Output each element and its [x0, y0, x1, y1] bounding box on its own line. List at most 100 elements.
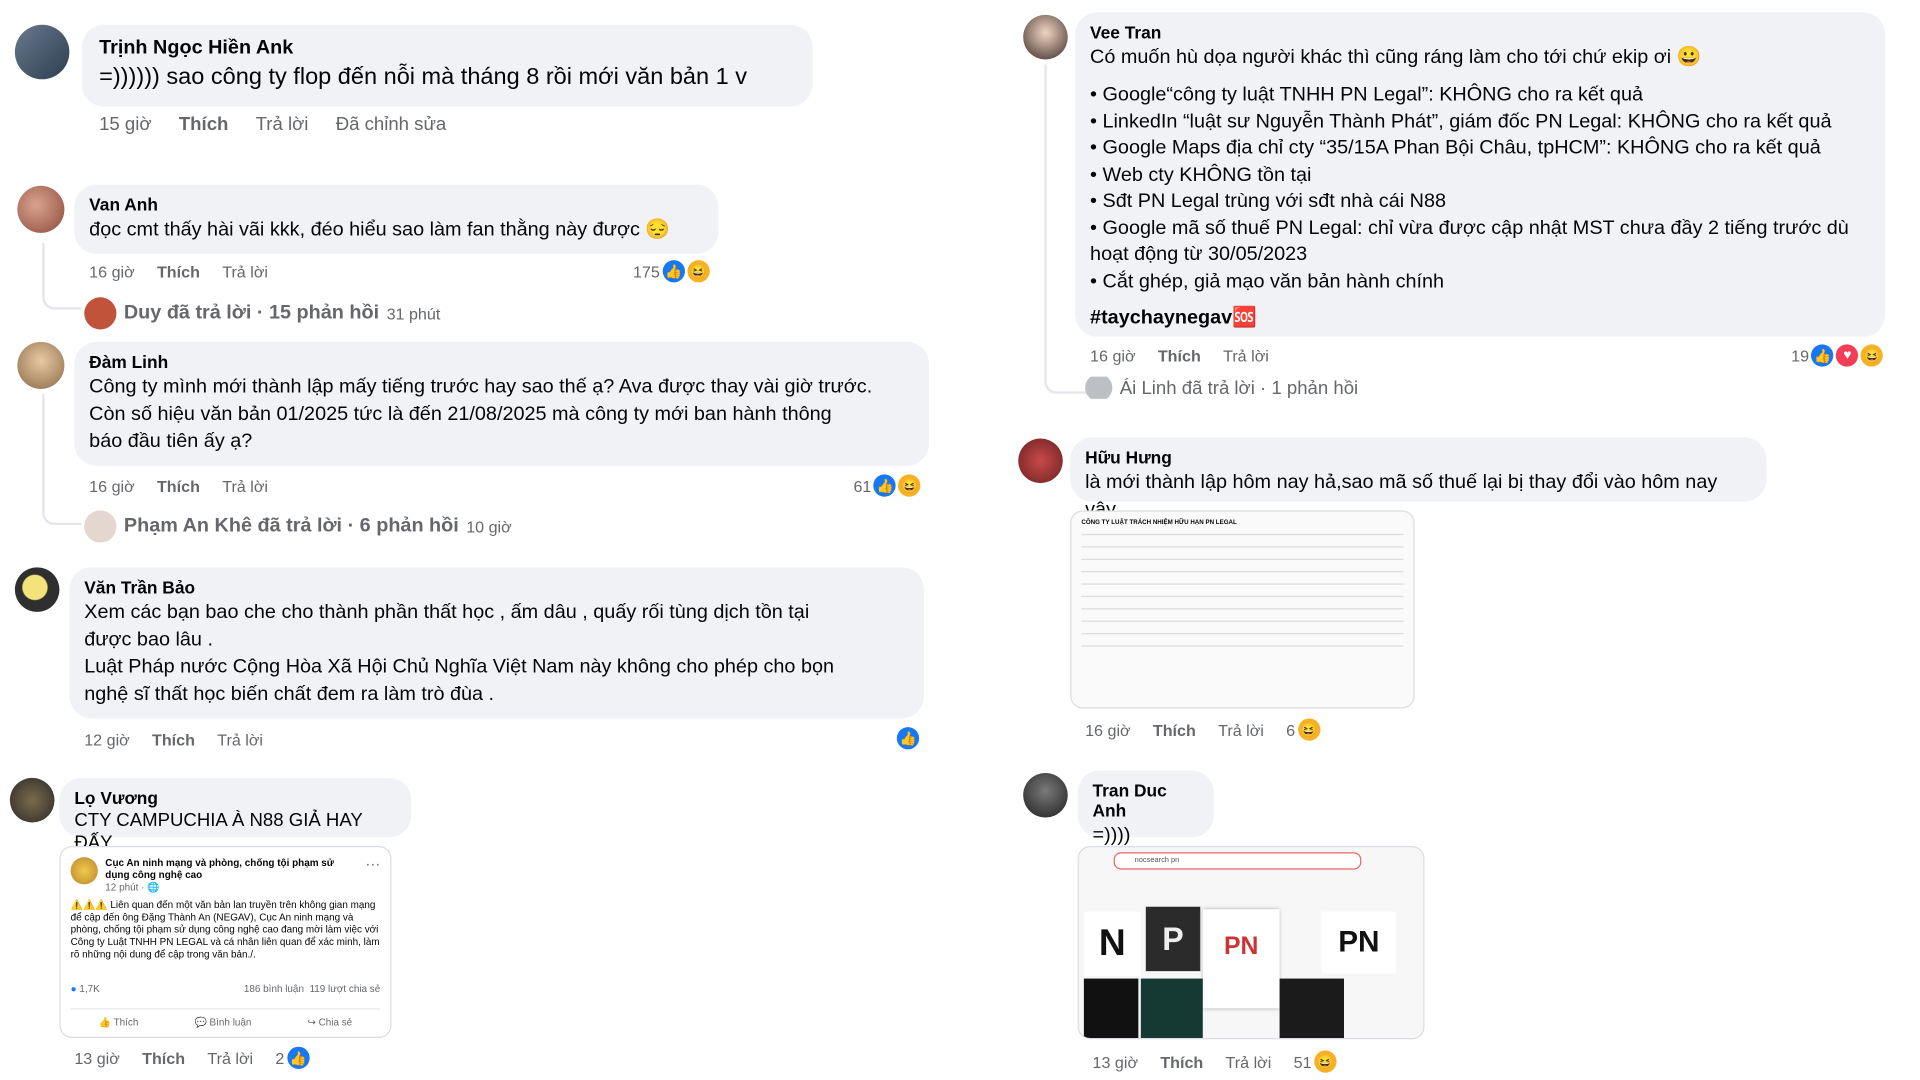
reaction-summary[interactable]: 51 😆	[1294, 1050, 1337, 1073]
comment-actions: 16 giờ Thích Trả lời 6 😆	[1085, 718, 1320, 741]
card-like-button[interactable]: 👍 Thích	[99, 1017, 139, 1029]
reply-button[interactable]: Trả lời	[222, 477, 268, 496]
timestamp[interactable]: 16 giờ	[1090, 347, 1135, 366]
reaction-count: 6	[1286, 720, 1296, 739]
reply-button[interactable]: Trả lời	[1218, 720, 1264, 739]
card-like-label: Thích	[113, 1016, 139, 1029]
reaction-summary[interactable]: 19 👍 ♥ 😆	[1791, 344, 1884, 367]
commenter-name[interactable]: Tran Duc Anh	[1093, 780, 1200, 820]
logo-tile	[1279, 978, 1344, 1039]
view-replies-link[interactable]: Duy đã trả lời · 15 phản hồi 31 phút	[84, 297, 441, 330]
view-replies-link[interactable]: Ái Linh đã trả lời · 1 phản hồi	[1085, 376, 1359, 399]
timestamp[interactable]: 12 giờ	[84, 731, 129, 750]
attached-image[interactable]: nocsearch pn N P PN PN	[1077, 846, 1425, 1040]
card-reactions[interactable]: ● 1,7K	[71, 984, 100, 996]
haha-reaction-icon: 😆	[1861, 344, 1884, 367]
reply-button[interactable]: Trả lời	[1223, 347, 1269, 366]
commenter-name[interactable]: Lọ Vương	[74, 788, 396, 808]
card-header: Cục An ninh mạng và phòng, chống tội phạ…	[70, 856, 381, 894]
like-button[interactable]: Thích	[1158, 347, 1201, 366]
reply-button[interactable]: Trả lời	[222, 263, 268, 282]
commenter-name[interactable]: Văn Trần Bảo	[84, 577, 909, 597]
avatar[interactable]	[17, 341, 65, 389]
reaction-count: 61	[853, 476, 872, 495]
avatar	[84, 510, 117, 543]
card-share-label: Chia sẻ	[318, 1016, 353, 1029]
avatar[interactable]	[9, 777, 55, 823]
bullet-item: • Web cty KHÔNG tồn tại	[1090, 164, 1312, 186]
hashtag-link[interactable]: #taychaynegav🆘	[1090, 305, 1870, 330]
commenter-name[interactable]: Vee Tran	[1090, 22, 1870, 42]
shared-post-card[interactable]: Cục An ninh mạng và phòng, chống tội phạ…	[59, 846, 392, 1039]
like-button[interactable]: Thích	[1153, 720, 1196, 739]
reply-button[interactable]: Trả lời	[217, 731, 263, 750]
like-reaction-icon: 👍	[1811, 344, 1834, 367]
avatar[interactable]	[1018, 438, 1063, 484]
comment-bubble: Van Anh đọc cmt thấy hài vãi kkk, đéo hi…	[74, 184, 719, 254]
comment-count[interactable]: 186 bình luận	[244, 984, 304, 995]
timestamp[interactable]: 15 giờ	[99, 114, 151, 135]
reply-button[interactable]: Trả lời	[256, 114, 309, 135]
like-button[interactable]: Thích	[179, 114, 229, 135]
more-options-icon[interactable]: ···	[365, 856, 380, 871]
edited-label: Đã chỉnh sửa	[335, 113, 447, 136]
avatar[interactable]	[14, 24, 70, 80]
commenter-name[interactable]: Hữu Hưng	[1085, 447, 1751, 467]
comment-text: đọc cmt thấy hài vãi kkk, đéo hiểu sao l…	[89, 219, 671, 241]
commenter-name[interactable]: Trịnh Ngọc Hiền Ank	[99, 37, 795, 59]
timestamp[interactable]: 16 giờ	[89, 263, 134, 282]
commenter-name[interactable]: Đàm Linh	[89, 352, 914, 372]
card-comment-button[interactable]: 💬 Bình luận	[194, 1017, 251, 1029]
comment-actions: 16 giờ Thích Trả lời	[89, 477, 268, 496]
love-reaction-icon: ♥	[1836, 344, 1859, 367]
avatar[interactable]	[1023, 14, 1068, 60]
avatar[interactable]	[1023, 772, 1068, 818]
like-button[interactable]: Thích	[142, 1049, 185, 1068]
search-query: nocsearch pn	[1134, 857, 1180, 865]
view-replies-link[interactable]: Phạm An Khê đã trả lời · 6 phản hồi 10 g…	[84, 510, 512, 543]
reaction-summary[interactable]: 61 👍 😆	[853, 474, 921, 497]
replies-time: 31 phút	[386, 304, 441, 323]
avatar[interactable]	[17, 185, 65, 233]
card-post-time: 12 phút · 🌐	[105, 881, 160, 894]
bullet-list: • Google“công ty luật TNHH PN Legal”: KH…	[1090, 82, 1870, 295]
timestamp[interactable]: 13 giờ	[74, 1049, 119, 1068]
comment-actions: 15 giờ Thích Trả lời Đã chỉnh sửa	[99, 114, 446, 135]
share-count[interactable]: 119 lượt chia sẻ	[309, 984, 380, 995]
attached-image[interactable]: CÔNG TY LUẬT TRÁCH NHIỆM HỮU HẠN PN LEGA…	[1070, 510, 1415, 709]
reaction-summary[interactable]: 175 👍 😆	[633, 260, 710, 283]
reaction-summary[interactable]: 👍	[896, 727, 920, 750]
like-button[interactable]: Thích	[1160, 1052, 1203, 1071]
like-reaction-icon: 👍	[896, 727, 920, 750]
avatar[interactable]	[14, 567, 60, 612]
timestamp[interactable]: 16 giờ	[89, 477, 134, 496]
timestamp[interactable]: 13 giờ	[1093, 1052, 1138, 1071]
commenter-name[interactable]: Van Anh	[89, 194, 703, 214]
like-reaction-icon: ●	[70, 983, 77, 995]
comment-bubble: Đàm Linh Công ty mình mới thành lập mấy …	[74, 341, 930, 466]
haha-reaction-icon: 😆	[898, 474, 921, 497]
logo-tile: P	[1145, 906, 1201, 972]
reply-button[interactable]: Trả lời	[1226, 1052, 1272, 1071]
card-page-name[interactable]: Cục An ninh mạng và phòng, chống tội phạ…	[105, 857, 358, 882]
reaction-summary[interactable]: 2 👍	[275, 1046, 310, 1069]
haha-reaction-icon: 😆	[1297, 718, 1320, 741]
like-button[interactable]: Thích	[157, 263, 200, 282]
reaction-summary[interactable]: 6 😆	[1286, 718, 1320, 741]
card-share-button[interactable]: ↪ Chia sẻ	[308, 1017, 353, 1029]
bullet-item: • Google mã số thuế PN Legal: chỉ vừa đư…	[1090, 217, 1849, 266]
bullet-item: • Google Maps địa chỉ cty “35/15A Phan B…	[1090, 137, 1821, 159]
replies-summary: Phạm An Khê đã trả lời · 6 phản hồi	[123, 515, 459, 537]
comment-bubble: Văn Trần Bảo Xem các bạn bao che cho thà…	[69, 567, 925, 719]
replies-summary: Ái Linh đã trả lời · 1 phản hồi	[1119, 377, 1359, 399]
like-button[interactable]: Thích	[152, 731, 195, 750]
timestamp[interactable]: 16 giờ	[1085, 720, 1130, 739]
logo-tile: N	[1083, 911, 1141, 977]
comment-bubble: Hữu Hưng là mới thành lập hôm nay hả,sao…	[1070, 437, 1767, 520]
like-button[interactable]: Thích	[157, 477, 200, 496]
logo-tile	[1140, 978, 1203, 1039]
reply-button[interactable]: Trả lời	[207, 1049, 253, 1068]
comment-text: Công ty mình mới thành lập mấy tiếng trư…	[89, 376, 873, 453]
comment-bubble: Lọ Vương CTY CAMPUCHIA À N88 GIẢ HAY ĐẤY	[59, 777, 412, 853]
document-title: CÔNG TY LUẬT TRÁCH NHIỆM HỮU HẠN PN LEGA…	[1081, 519, 1237, 527]
